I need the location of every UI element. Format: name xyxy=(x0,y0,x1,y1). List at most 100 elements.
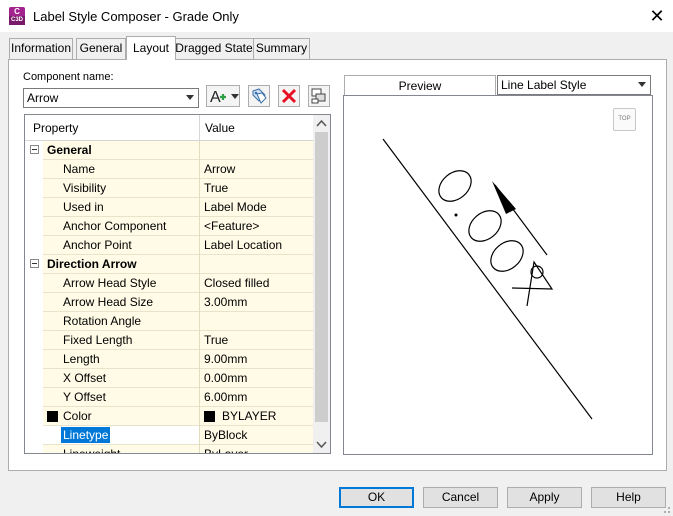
label-preview-drawing xyxy=(382,138,593,420)
property-value-cell[interactable]: True xyxy=(200,179,313,198)
grid-property-row[interactable]: Y Offset 6.00mm xyxy=(25,388,313,407)
grid-property-row[interactable]: Anchor Component <Feature> xyxy=(25,217,313,236)
resize-grip-icon[interactable] xyxy=(661,504,671,514)
grid-property-row[interactable]: Fixed Length True xyxy=(25,331,313,350)
grid-property-row[interactable]: Rotation Angle xyxy=(25,312,313,331)
property-value: ByLayer xyxy=(204,447,249,454)
property-value: 3.00mm xyxy=(204,295,248,309)
preview-tab[interactable]: Preview xyxy=(344,75,496,97)
property-name-cell[interactable]: X Offset xyxy=(43,369,199,388)
property-value-cell[interactable]: 0.00mm xyxy=(200,369,313,388)
property-value-cell[interactable]: 6.00mm xyxy=(200,388,313,407)
property-name-cell[interactable]: Fixed Length xyxy=(43,331,199,350)
help-button[interactable]: Help xyxy=(591,487,666,508)
property-name-cell[interactable]: Length xyxy=(43,350,199,369)
grid-property-row[interactable]: Anchor Point Label Location xyxy=(25,236,313,255)
property-value: <Feature> xyxy=(204,219,260,233)
tab-summary[interactable]: Summary xyxy=(253,38,310,59)
row-margin xyxy=(25,445,43,453)
property-name-cell[interactable]: Anchor Component xyxy=(43,217,199,236)
grid-property-row[interactable]: Lineweight ByLayer xyxy=(25,445,313,454)
ok-button[interactable]: OK xyxy=(339,487,414,508)
grid-property-row[interactable]: Arrow Head Style Closed filled xyxy=(25,274,313,293)
grid-property-row[interactable]: Name Arrow xyxy=(25,160,313,179)
tab-dragged-state[interactable]: Dragged State xyxy=(173,38,255,59)
color-swatch-icon xyxy=(204,411,215,422)
view-cube-top-badge[interactable]: TOP xyxy=(613,108,636,131)
collapse-icon[interactable] xyxy=(30,259,39,268)
property-name: Anchor Point xyxy=(63,238,132,252)
preview-area[interactable] xyxy=(343,95,653,455)
tab-general[interactable]: General xyxy=(76,38,126,59)
property-value-cell[interactable]: Label Mode xyxy=(200,198,313,217)
preview-style-select[interactable]: Line Label Style xyxy=(497,75,651,95)
property-name-cell[interactable]: Lineweight xyxy=(43,445,199,453)
grid-category-row[interactable]: Direction Arrow xyxy=(25,255,313,274)
scroll-down-icon[interactable] xyxy=(313,436,330,453)
cancel-button[interactable]: Cancel xyxy=(423,487,498,508)
property-name: Linetype xyxy=(61,427,111,443)
row-margin xyxy=(25,141,43,160)
grid-property-row[interactable]: Linetype ByBlock xyxy=(25,426,313,445)
property-name-cell[interactable]: General xyxy=(43,141,199,160)
property-name-cell[interactable]: Anchor Point xyxy=(43,236,199,255)
row-margin xyxy=(25,369,43,388)
property-name: Used in xyxy=(63,200,104,214)
delete-component-button[interactable] xyxy=(278,85,300,107)
grid-scrollbar[interactable] xyxy=(313,115,330,453)
grid-property-row[interactable]: Used in Label Mode xyxy=(25,198,313,217)
property-value-cell[interactable]: ByBlock xyxy=(200,426,313,445)
property-name-cell[interactable]: Arrow Head Size xyxy=(43,293,199,312)
component-draw-order-button[interactable] xyxy=(308,85,330,107)
property-name: X Offset xyxy=(63,371,107,385)
property-value-cell[interactable]: True xyxy=(200,331,313,350)
collapse-icon[interactable] xyxy=(30,145,39,154)
grid-property-row[interactable]: Arrow Head Size 3.00mm xyxy=(25,293,313,312)
property-name: Name xyxy=(63,162,96,176)
property-name-cell[interactable]: Name xyxy=(43,160,199,179)
component-name-select[interactable]: Arrow xyxy=(23,88,199,108)
property-name-cell[interactable]: Direction Arrow xyxy=(43,255,199,274)
property-value-cell[interactable] xyxy=(200,255,313,274)
app-icon-subtext: C3D xyxy=(9,16,25,25)
apply-button[interactable]: Apply xyxy=(507,487,582,508)
copy-component-button[interactable] xyxy=(248,85,270,107)
property-name-cell[interactable]: Color xyxy=(43,407,199,426)
column-header-value[interactable]: Value xyxy=(205,121,235,135)
scroll-up-icon[interactable] xyxy=(313,115,330,132)
property-value-cell[interactable]: Label Location xyxy=(200,236,313,255)
property-name: Arrow Head Style xyxy=(63,276,157,290)
grid-property-row[interactable]: Length 9.00mm xyxy=(25,350,313,369)
property-value-cell[interactable]: 9.00mm xyxy=(200,350,313,369)
grid-property-row[interactable]: Visibility True xyxy=(25,179,313,198)
row-margin xyxy=(25,293,43,312)
scroll-thumb[interactable] xyxy=(315,132,328,422)
property-value-cell[interactable]: 3.00mm xyxy=(200,293,313,312)
property-value-cell[interactable]: <Feature> xyxy=(200,217,313,236)
property-name-cell[interactable]: Used in xyxy=(43,198,199,217)
property-name: Rotation Angle xyxy=(63,314,142,328)
civil3d-app-icon: C C3D xyxy=(9,7,25,25)
tab-information[interactable]: Information xyxy=(9,38,73,59)
row-margin xyxy=(25,274,43,293)
property-name-cell[interactable]: Linetype xyxy=(43,426,199,445)
property-name-cell[interactable]: Y Offset xyxy=(43,388,199,407)
grid-property-row[interactable]: X Offset 0.00mm xyxy=(25,369,313,388)
property-value-cell[interactable] xyxy=(200,312,313,331)
property-name-cell[interactable]: Arrow Head Style xyxy=(43,274,199,293)
close-icon[interactable]: ✕ xyxy=(646,5,668,27)
component-name-label: Component name: xyxy=(23,71,114,83)
property-value-cell[interactable]: Closed filled xyxy=(200,274,313,293)
property-name-cell[interactable]: Visibility xyxy=(43,179,199,198)
property-value-cell[interactable] xyxy=(200,141,313,160)
property-value-cell[interactable]: ByLayer xyxy=(200,445,313,454)
property-name: Arrow Head Size xyxy=(63,295,154,309)
tab-layout[interactable]: Layout xyxy=(126,36,176,60)
grid-property-row[interactable]: Color BYLAYER xyxy=(25,407,313,426)
property-value-cell[interactable]: Arrow xyxy=(200,160,313,179)
property-value-cell[interactable]: BYLAYER xyxy=(200,407,313,426)
column-header-property[interactable]: Property xyxy=(33,121,78,135)
add-component-button[interactable]: A xyxy=(206,85,240,107)
grid-category-row[interactable]: General xyxy=(25,141,313,160)
property-name-cell[interactable]: Rotation Angle xyxy=(43,312,199,331)
